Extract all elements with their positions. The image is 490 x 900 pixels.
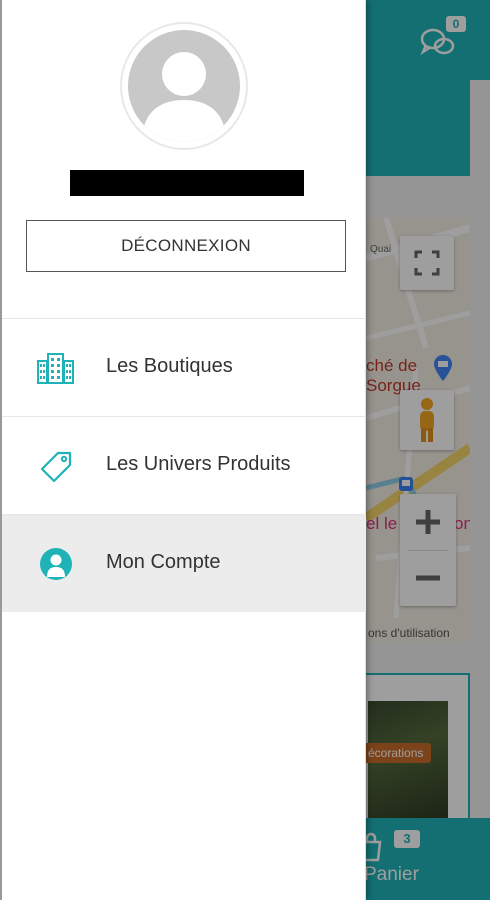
tag-icon bbox=[40, 451, 72, 483]
menu-item-mon-compte[interactable]: Mon Compte bbox=[2, 514, 366, 612]
avatar bbox=[120, 22, 248, 150]
menu-item-label: Les Boutiques bbox=[106, 355, 233, 377]
menu-item-univers-produits[interactable]: Les Univers Produits bbox=[2, 416, 366, 514]
user-silhouette-icon bbox=[142, 52, 226, 142]
username: ██████████████ bbox=[70, 170, 304, 196]
navigation-drawer: ██████████████ DÉCONNEXION Les Boutiques… bbox=[0, 0, 366, 900]
menu-item-label: Mon Compte bbox=[106, 551, 221, 573]
menu-item-label: Les Univers Produits bbox=[106, 453, 291, 475]
buildings-icon bbox=[37, 353, 74, 384]
menu-item-boutiques[interactable]: Les Boutiques bbox=[2, 318, 366, 416]
logout-button[interactable]: DÉCONNEXION bbox=[26, 220, 346, 272]
user-circle-icon bbox=[40, 548, 72, 580]
drawer-menu: Les Boutiques Les Univers Produits Mon C… bbox=[2, 318, 366, 612]
